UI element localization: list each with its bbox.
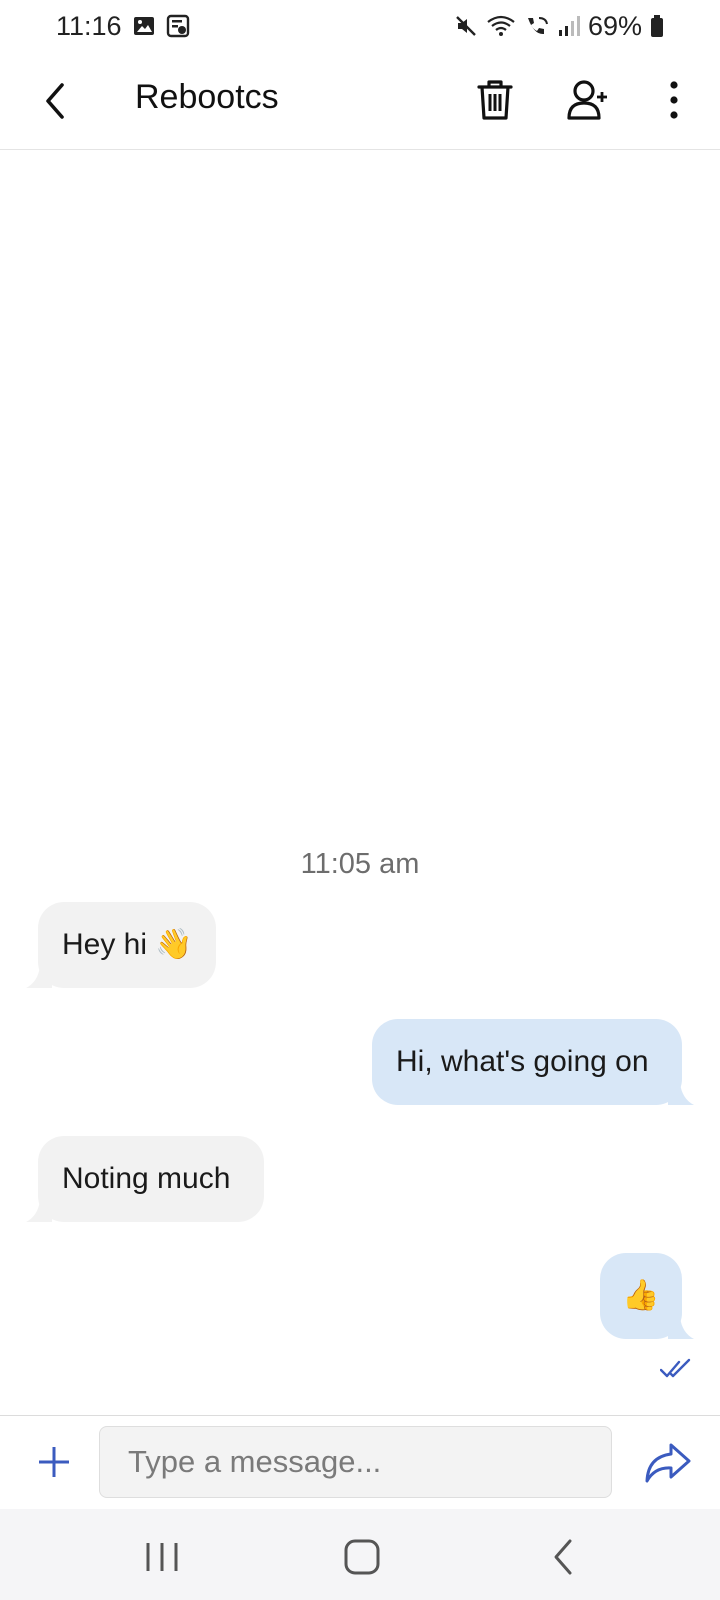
message-input[interactable] bbox=[99, 1426, 612, 1498]
conversation-title: Rebootcs bbox=[135, 78, 279, 116]
battery-percent: 69% bbox=[587, 10, 642, 41]
incoming-message[interactable]: Noting much bbox=[26, 1136, 264, 1222]
top-app-bar: Rebootcs bbox=[0, 52, 720, 150]
wifi-icon bbox=[486, 14, 516, 38]
signal-icon bbox=[558, 14, 580, 38]
recents-icon[interactable] bbox=[140, 1537, 184, 1577]
message-text: Hi, what's going on bbox=[396, 1045, 649, 1078]
double-check-icon bbox=[660, 1358, 691, 1378]
message-timestamp: 11:05 am bbox=[300, 848, 420, 880]
back-button[interactable] bbox=[30, 74, 80, 128]
outgoing-message[interactable]: 👍 bbox=[600, 1253, 694, 1339]
delete-conversation-button[interactable] bbox=[470, 70, 520, 130]
plus-icon bbox=[39, 1447, 69, 1477]
home-icon[interactable] bbox=[340, 1535, 384, 1579]
status-right: 69% bbox=[454, 11, 664, 42]
message-text: Noting much bbox=[62, 1162, 231, 1195]
incoming-message[interactable]: Hey hi 👋 bbox=[26, 902, 216, 988]
bubble-tail bbox=[668, 1317, 694, 1339]
more-options-button[interactable] bbox=[652, 72, 696, 128]
bubble-tail bbox=[26, 1200, 52, 1222]
gallery-icon bbox=[132, 14, 156, 38]
wifi-calling-icon bbox=[524, 14, 550, 38]
status-left: 11:16 bbox=[56, 11, 190, 42]
bubble-tail bbox=[26, 966, 52, 988]
mute-icon bbox=[454, 14, 478, 38]
battery-icon bbox=[650, 14, 664, 38]
system-navigation-bar bbox=[0, 1509, 720, 1600]
status-time: 11:16 bbox=[56, 10, 122, 41]
outgoing-message[interactable]: Hi, what's going on bbox=[372, 1019, 694, 1105]
send-button[interactable] bbox=[642, 1438, 692, 1488]
message-composer bbox=[0, 1415, 720, 1509]
chat-screen: 11:16 69% Rebootcs 11:05 am Hey hi 👋 Hi,… bbox=[0, 0, 720, 1600]
trash-icon bbox=[477, 80, 513, 120]
message-text: Hey hi 👋 bbox=[62, 928, 193, 961]
nav-back-icon[interactable] bbox=[548, 1535, 580, 1579]
screenshot-icon bbox=[166, 14, 190, 38]
more-vertical-icon bbox=[670, 81, 678, 119]
attach-button[interactable] bbox=[34, 1440, 74, 1484]
bubble-tail bbox=[668, 1083, 694, 1105]
add-user-icon bbox=[567, 80, 607, 120]
status-bar: 11:16 69% bbox=[0, 0, 720, 52]
add-participant-button[interactable] bbox=[560, 72, 616, 128]
message-text: 👍 bbox=[622, 1279, 660, 1312]
send-share-icon bbox=[645, 1443, 691, 1483]
back-arrow-icon bbox=[46, 83, 64, 119]
